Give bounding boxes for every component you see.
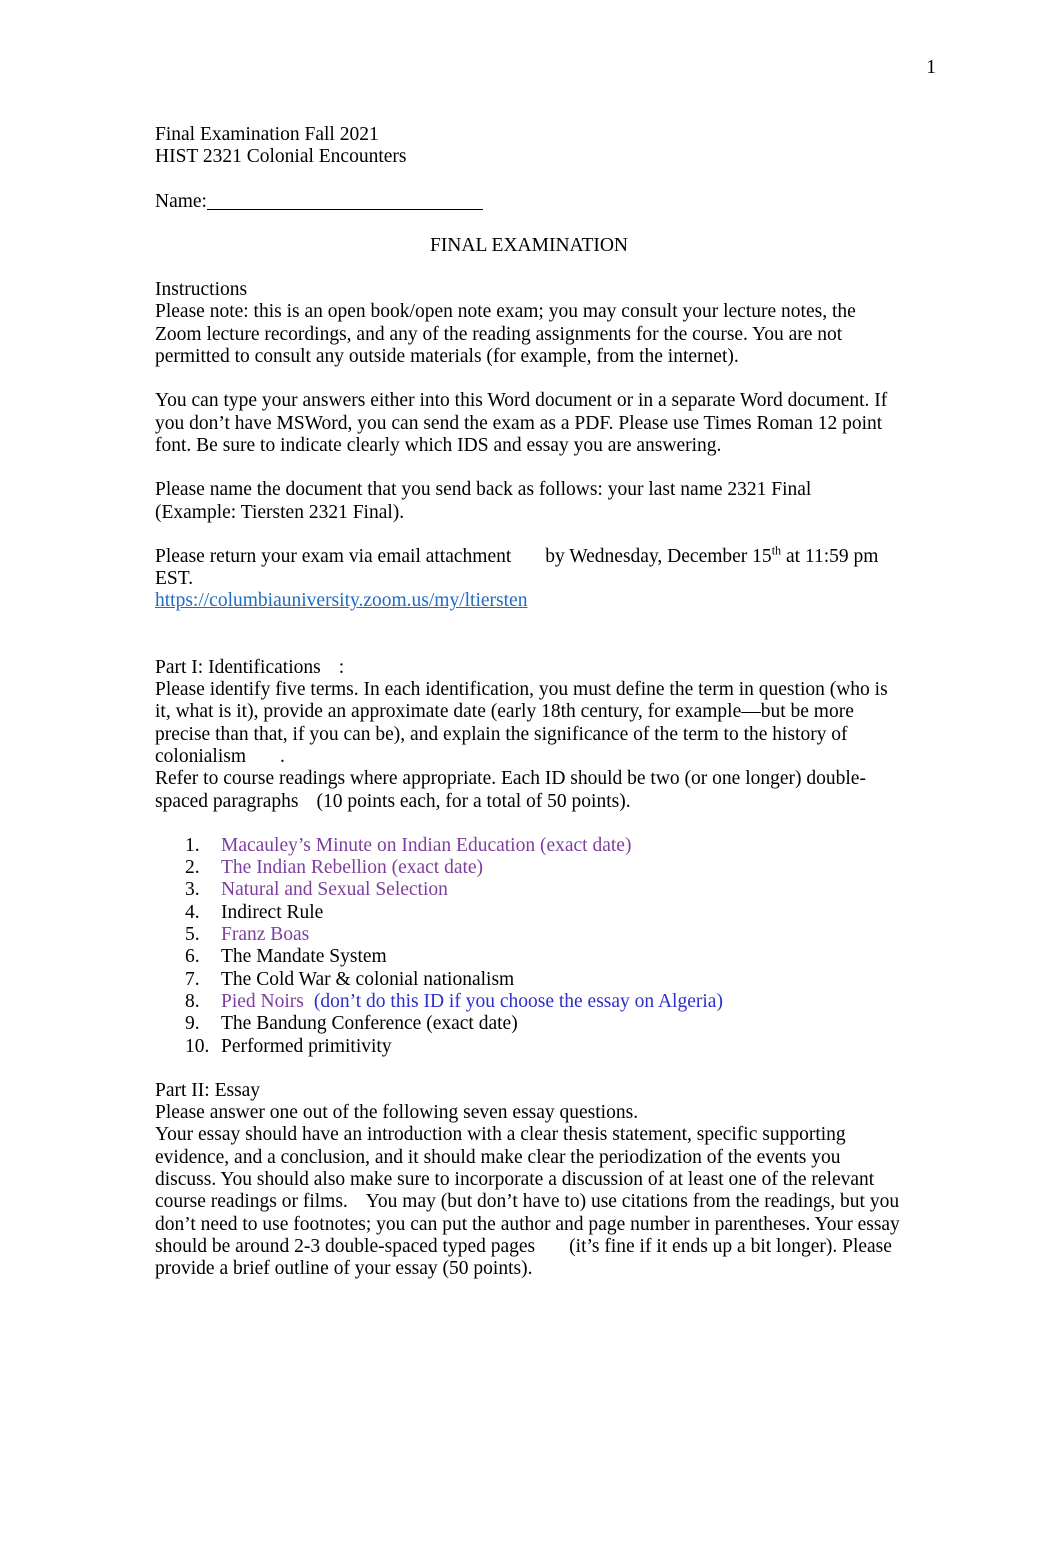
deadline-date: by Wednesday, December 15 (545, 545, 772, 567)
submission-deadline-line: Please return your exam via email attach… (155, 543, 903, 591)
document-body: Final Examination Fall 2021 HIST 2321 Co… (155, 124, 903, 1280)
page-title: FINAL EXAMINATION (429, 234, 629, 256)
list-item[interactable]: 8. Pied Noirs (don’t do this ID if you cho… (155, 991, 903, 1013)
instructions-paragraph-1: Please note: this is an open book/open n… (155, 301, 856, 368)
part-one-instructions: Please identify five terms. In each iden… (155, 679, 903, 768)
list-item-note: (don’t do this ID if you choose the essa… (313, 990, 723, 1012)
list-item-number: 10. (185, 1035, 210, 1057)
list-item-number: 3. (185, 879, 200, 901)
part-one-heading: Part I: Identifications: (155, 657, 903, 679)
zoom-meeting-link[interactable]: https://columbiauniversity.zoom.us/my/lt… (155, 590, 527, 611)
identification-terms-list: 1. Macauley’s Minute on Indian Education … (155, 835, 903, 1058)
name-label: Name: (155, 190, 207, 212)
list-item-number: 2. (185, 857, 200, 879)
list-item-number: 8. (185, 990, 200, 1012)
list-item[interactable]: 6. The Mandate System (155, 946, 903, 968)
part-one-points: (10 points each, for a total of 50 point… (316, 790, 631, 812)
part-one-heading-text: Part I: Identifications (155, 656, 321, 678)
part-two-heading: Part II: Essay (155, 1079, 261, 1101)
list-item[interactable]: 9. The Bandung Conference (exact date) (155, 1013, 903, 1035)
list-item-label: Macauley’s Minute on Indian Education (e… (221, 834, 632, 856)
part-two-paragraph: Your essay should have an introduction w… (155, 1124, 903, 1280)
course-header-line-2: HIST 2321 Colonial Encounters (155, 146, 407, 168)
list-item-label: Indirect Rule (221, 901, 324, 923)
list-item[interactable]: 1. Macauley’s Minute on Indian Education … (155, 835, 903, 857)
list-item[interactable]: 2. The Indian Rebellion (exact date) (155, 857, 903, 879)
page-number: 1 (926, 57, 936, 78)
list-item-number: 4. (185, 901, 200, 923)
course-header-line-1: Final Examination Fall 2021 (155, 124, 379, 145)
list-item-label: Performed primitivity (221, 1035, 392, 1057)
list-item-number: 5. (185, 924, 200, 946)
name-field-row: Name: (155, 191, 903, 213)
ordinal-suffix: th (771, 543, 782, 558)
document-page: 1 Final Examination Fall 2021 HIST 2321 … (0, 0, 1062, 1561)
list-item-label: The Mandate System (221, 946, 387, 968)
name-input-blank[interactable] (206, 194, 483, 210)
list-item-number: 7. (185, 968, 200, 990)
list-item[interactable]: 4. Indirect Rule (155, 902, 903, 924)
list-item-label: The Bandung Conference (exact date) (221, 1013, 518, 1035)
list-item-label: The Indian Rebellion (exact date) (221, 857, 484, 879)
list-item[interactable]: 7. The Cold War & colonial nationalism (155, 969, 903, 991)
list-item[interactable]: 3. Natural and Sexual Selection (155, 879, 903, 901)
list-item[interactable]: 5. Franz Boas (155, 924, 903, 946)
list-item-number: 1. (185, 834, 200, 856)
instructions-paragraph-2: You can type your answers either into th… (155, 390, 888, 456)
list-item-label: Franz Boas (221, 924, 310, 946)
list-item[interactable]: 10. Performed primitivity (155, 1036, 903, 1058)
file-naming-line-2: (Example: Tiersten 2321 Final). (155, 501, 405, 523)
zoom-link-row: https://columbiauniversity.zoom.us/my/lt… (155, 590, 903, 612)
part-one-instructions-cont: Refer to course readings where appropria… (155, 768, 903, 813)
list-item-number: 6. (185, 946, 200, 968)
part-two-instruction-line: Please answer one out of the following s… (155, 1102, 639, 1124)
list-item-number: 9. (185, 1013, 200, 1035)
list-item-label: Pied Noirs (221, 990, 304, 1012)
part-one-instructions-period: . (280, 745, 285, 767)
file-naming-line-1: Please name the document that you send b… (155, 479, 812, 501)
list-item-label: The Cold War & colonial nationalism (221, 968, 515, 990)
submission-instruction: Please return your exam via email attach… (155, 545, 512, 567)
part-one-heading-colon: : (338, 656, 345, 678)
part-one-instructions-main: Please identify five terms. In each iden… (155, 679, 888, 767)
instructions-heading: Instructions (155, 279, 248, 301)
list-item-label: Natural and Sexual Selection (221, 879, 448, 901)
